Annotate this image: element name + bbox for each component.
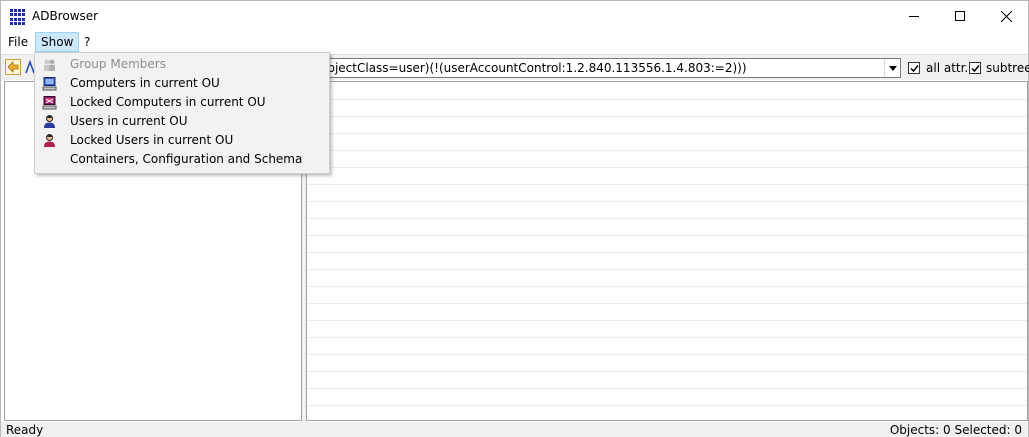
list-header (307, 82, 1027, 100)
menu-item-label: Locked Users in current OU (70, 133, 234, 147)
status-bar: Ready Objects: 0 Selected: 0 (1, 422, 1028, 437)
menu-help[interactable]: ? (79, 32, 95, 52)
ldap-filter-value[interactable]: objectClass=user)(!(userAccountControl:1… (320, 61, 880, 75)
checkmark-icon (910, 65, 919, 73)
menu-item-label: Users in current OU (70, 114, 188, 128)
subtree-label[interactable]: subtree (986, 61, 1029, 75)
user-icon (44, 115, 55, 128)
minimize-icon (909, 15, 919, 17)
menu-item-users[interactable]: Users in current OU (37, 112, 327, 131)
back-arrow-icon[interactable] (5, 59, 21, 75)
close-button[interactable] (983, 1, 1029, 31)
selection-count: Objects: 0 Selected: 0 (889, 423, 1022, 437)
checkmark-icon (971, 65, 980, 73)
menu-item-computers[interactable]: Computers in current OU (37, 74, 327, 93)
close-icon (1000, 10, 1012, 22)
maximize-button[interactable] (937, 1, 983, 31)
menu-item-containers-config-schema[interactable]: Containers, Configuration and Schema (37, 150, 327, 169)
title-bar: ADBrowser (1, 1, 1028, 31)
status-text: Ready (6, 423, 44, 437)
filter-dropdown-button[interactable] (884, 59, 900, 77)
show-menu-dropdown: Group Members Computers in current OU Lo… (34, 52, 330, 174)
window-title: ADBrowser (32, 9, 99, 23)
menu-item-group-members: Group Members (37, 55, 327, 74)
group-members-icon (44, 59, 55, 71)
menu-show[interactable]: Show (35, 32, 80, 52)
menu-item-locked-computers[interactable]: Locked Computers in current OU (37, 93, 327, 112)
locked-user-icon (44, 134, 55, 147)
menu-item-label: Computers in current OU (70, 76, 220, 90)
object-list-pane[interactable] (306, 81, 1028, 421)
app-grid-icon (10, 9, 26, 25)
subtree-checkbox[interactable] (969, 62, 981, 74)
maximize-icon (955, 11, 965, 21)
menu-item-label: Containers, Configuration and Schema (70, 152, 303, 166)
menu-item-locked-users[interactable]: Locked Users in current OU (37, 131, 327, 150)
minimize-button[interactable] (891, 1, 937, 31)
all-attr-label[interactable]: all attr. (926, 61, 968, 75)
menu-bar: File Show ? (1, 32, 1028, 52)
list-rows (307, 100, 1027, 420)
app-window: ADBrowser File Show ? objectClass=user)(… (0, 0, 1029, 437)
ldap-filter-combobox[interactable]: objectClass=user)(!(userAccountControl:1… (315, 58, 901, 78)
menu-item-label: Locked Computers in current OU (70, 95, 266, 109)
menu-item-label: Group Members (70, 57, 166, 71)
chevron-down-icon (888, 65, 897, 71)
computer-icon (42, 77, 57, 91)
locked-computer-icon (42, 96, 57, 110)
menu-file[interactable]: File (3, 32, 33, 52)
all-attr-checkbox[interactable] (908, 62, 920, 74)
